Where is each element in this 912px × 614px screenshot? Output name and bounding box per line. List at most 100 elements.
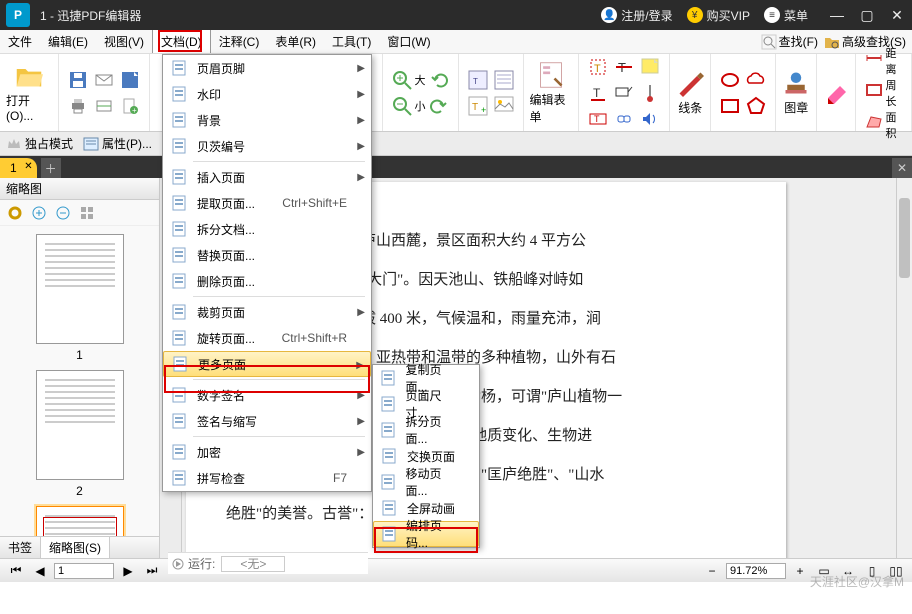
menu-edit[interactable]: 编辑(E)	[40, 30, 96, 53]
zoom-in-button[interactable]	[390, 68, 414, 92]
thumbnail-page-2[interactable]: 2	[36, 370, 124, 498]
cloud-button[interactable]	[744, 68, 768, 92]
form-edit-button[interactable]	[492, 68, 516, 92]
dd-item[interactable]: 插入页面▶	[163, 164, 371, 190]
ellipse-button[interactable]	[718, 68, 742, 92]
save-button[interactable]	[66, 68, 90, 92]
new-doc-button[interactable]: +	[118, 94, 142, 118]
rect-button[interactable]	[718, 94, 742, 118]
dd-item[interactable]: 数字签名▶	[163, 382, 371, 408]
login-button[interactable]: 👤 注册/登录	[601, 7, 672, 24]
dd-item[interactable]: 旋转页面...Ctrl+Shift+R	[163, 325, 371, 351]
single-page-button[interactable]: ▯	[862, 562, 882, 580]
dd-item[interactable]: 水印▶	[163, 81, 371, 107]
vertical-scrollbar[interactable]	[896, 178, 912, 558]
dd-item[interactable]: 更多页面▶	[163, 351, 371, 377]
thumb-zoomout-button[interactable]	[52, 202, 74, 224]
menu-window[interactable]: 窗口(W)	[379, 30, 438, 53]
thumbnail-page-1[interactable]: 1	[36, 234, 124, 362]
run-select[interactable]: <无>	[221, 556, 285, 572]
zoom-input[interactable]	[726, 563, 786, 579]
facing-button[interactable]: ▯▯	[886, 562, 906, 580]
stamp-button[interactable]: 图章	[782, 69, 810, 116]
dd-item[interactable]: 贝茨编号▶	[163, 133, 371, 159]
open-button[interactable]: 打开(O)...	[6, 62, 52, 123]
textbox-button[interactable]: T	[586, 107, 610, 131]
sticky-button[interactable]	[638, 55, 662, 79]
solo-mode-button[interactable]: 独占模式	[6, 135, 73, 152]
zoom-out-st-button[interactable]: −	[702, 562, 722, 580]
thumb-settings-button[interactable]	[4, 202, 26, 224]
menu-file[interactable]: 文件	[0, 30, 40, 53]
properties-button[interactable]: 属性(P)...	[83, 135, 152, 152]
thumb-view-button[interactable]	[76, 202, 98, 224]
dd-item[interactable]: 拼写检查F7	[163, 465, 371, 491]
scan-button[interactable]	[92, 94, 116, 118]
minimize-button[interactable]: —	[822, 0, 852, 30]
email-button[interactable]	[92, 68, 116, 92]
maximize-button[interactable]: ▢	[852, 0, 882, 30]
dd-item[interactable]: 加密▶	[163, 439, 371, 465]
dd-item[interactable]: 背景▶	[163, 107, 371, 133]
attachment-icon[interactable]	[638, 81, 662, 105]
lines-button[interactable]: 线条	[676, 69, 704, 116]
tab-close-icon[interactable]: ✕	[24, 161, 32, 172]
callout-button[interactable]	[612, 81, 636, 105]
distance-button[interactable]	[863, 46, 884, 70]
link-button[interactable]	[612, 107, 636, 131]
thumbnails-tab[interactable]: 缩略图(S)	[41, 537, 110, 558]
page-input[interactable]	[54, 563, 114, 579]
page-icon	[169, 246, 189, 264]
edit-form-button[interactable]: 编辑表单	[530, 61, 573, 125]
zoom-out-button[interactable]	[390, 94, 414, 118]
buy-vip-button[interactable]: ¥ 购买VIP	[687, 7, 750, 24]
page-icon	[379, 395, 397, 413]
dd-item[interactable]: 替换页面...	[163, 242, 371, 268]
last-page-button[interactable]: ⏭	[142, 562, 162, 580]
menu-form[interactable]: 表单(R)	[267, 30, 324, 53]
tab-1[interactable]: 1 ✕	[0, 158, 37, 178]
dd-item[interactable]: 页眉页脚▶	[163, 55, 371, 81]
zoom-in-st-button[interactable]: +	[790, 562, 810, 580]
area-button[interactable]	[863, 110, 884, 134]
thumbnail-page-3[interactable]: 3	[36, 506, 124, 536]
bookmarks-tab[interactable]: 书签	[0, 537, 41, 558]
fit-width-button[interactable]: ↔	[838, 562, 858, 580]
dd-item[interactable]: 删除页面...	[163, 268, 371, 294]
dd-item[interactable]: 提取页面...Ctrl+Shift+E	[163, 190, 371, 216]
prev-page-button[interactable]: ◀	[30, 562, 50, 580]
first-page-button[interactable]: ⏮	[6, 562, 26, 580]
close-panel-button[interactable]: ✕	[892, 158, 912, 178]
next-page-button[interactable]: ▶	[118, 562, 138, 580]
thumb-zoomin-button[interactable]	[28, 202, 50, 224]
print-button[interactable]	[66, 94, 90, 118]
undo-button[interactable]	[427, 68, 451, 92]
eraser-button[interactable]	[824, 81, 848, 105]
find-button[interactable]: 查找(F)	[761, 33, 818, 50]
sound-button[interactable]	[638, 107, 662, 131]
menu-button[interactable]: ≡ 菜单	[764, 7, 808, 24]
dd-sub-item[interactable]: 移动页面...	[373, 469, 479, 495]
dd-item[interactable]: 签名与缩写▶	[163, 408, 371, 434]
perimeter-button[interactable]	[863, 78, 884, 102]
dd-sub-item[interactable]: 拆分页面...	[373, 417, 479, 443]
menu-comment[interactable]: 注释(C)	[211, 30, 268, 53]
menu-view[interactable]: 视图(V)	[96, 30, 152, 53]
dd-sub-item[interactable]: 编排页码...	[373, 521, 479, 547]
dd-item[interactable]: 裁剪页面▶	[163, 299, 371, 325]
text-edit-button[interactable]: T	[466, 68, 490, 92]
strike-button[interactable]: T	[612, 55, 636, 79]
fit-page-button[interactable]: ▭	[814, 562, 834, 580]
close-button[interactable]: ✕	[882, 0, 912, 30]
highlight-button[interactable]: T	[586, 55, 610, 79]
underline-button[interactable]: T	[586, 81, 610, 105]
new-tab-button[interactable]: ＋	[41, 158, 61, 178]
add-image-button[interactable]	[492, 94, 516, 118]
polygon-button[interactable]	[744, 94, 768, 118]
add-text-button[interactable]: T+	[466, 94, 490, 118]
save-as-button[interactable]	[118, 68, 142, 92]
dd-item[interactable]: 拆分文档...	[163, 216, 371, 242]
redo-button[interactable]	[427, 94, 451, 118]
menu-document[interactable]: 文档(D)	[152, 30, 211, 53]
menu-tool[interactable]: 工具(T)	[324, 30, 379, 53]
